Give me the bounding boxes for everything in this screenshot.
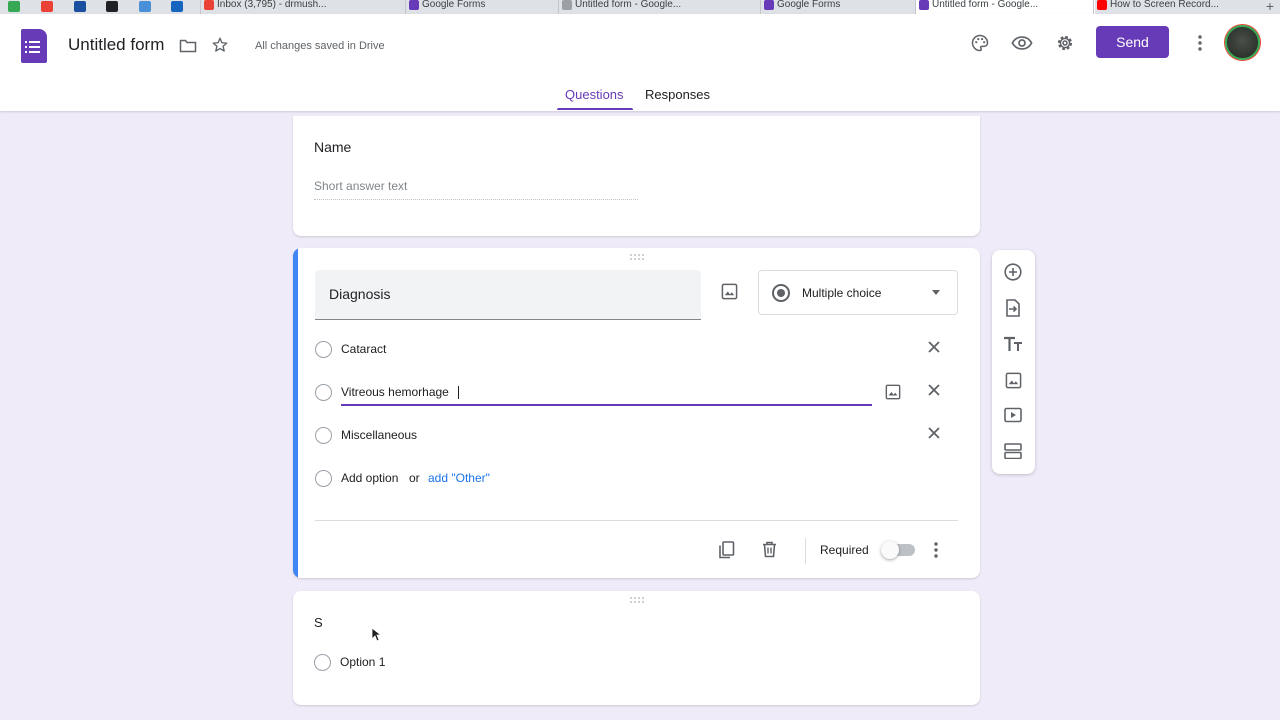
- dropdown-arrow-icon: [932, 290, 940, 295]
- required-label: Required: [820, 543, 869, 557]
- remove-option-icon[interactable]: [927, 383, 941, 397]
- tab-questions[interactable]: Questions: [557, 87, 633, 110]
- preview-eye-icon[interactable]: [1011, 32, 1033, 54]
- add-title-icon[interactable]: [1003, 334, 1023, 354]
- add-question-icon[interactable]: [1003, 262, 1023, 282]
- radio-circle-icon: [315, 470, 332, 487]
- floating-toolbar: [992, 250, 1035, 474]
- radio-circle-icon: [314, 654, 331, 671]
- gmail-icon: [204, 0, 214, 10]
- pinned-tab-icon[interactable]: [74, 1, 86, 12]
- required-toggle[interactable]: [881, 541, 915, 559]
- pinned-tab-w-icon[interactable]: [8, 1, 20, 12]
- pinned-tab-inv-icon[interactable]: [106, 1, 118, 12]
- question-title-text: Diagnosis: [329, 286, 391, 302]
- remove-option-icon[interactable]: [927, 426, 941, 440]
- more-options-icon[interactable]: [934, 542, 938, 558]
- add-image-icon[interactable]: [1003, 370, 1023, 390]
- folder-icon[interactable]: [178, 36, 198, 56]
- active-input-underline: [341, 404, 872, 406]
- active-card-indicator: [293, 248, 298, 578]
- pinned-tab-cloud-icon[interactable]: [139, 1, 151, 12]
- duplicate-icon[interactable]: [718, 541, 735, 559]
- or-text: or: [409, 471, 420, 485]
- browser-tab[interactable]: How to Screen Record...: [1093, 0, 1253, 14]
- tab-responses[interactable]: Responses: [645, 87, 710, 102]
- forms-icon: [409, 0, 419, 10]
- option-row-editing[interactable]: Vitreous hemorhage: [315, 377, 955, 407]
- option-row[interactable]: Cataract: [315, 334, 955, 364]
- question-title: Name: [314, 139, 352, 155]
- question-title[interactable]: S: [314, 615, 323, 630]
- forms-icon: [764, 0, 774, 10]
- pinned-tab-st-icon[interactable]: [171, 1, 183, 12]
- option-row[interactable]: Option 1: [314, 647, 954, 677]
- form-tabs: Questions Responses: [0, 86, 1280, 111]
- question-title-input[interactable]: Diagnosis: [315, 270, 701, 320]
- question-card-diagnosis[interactable]: Diagnosis Multiple choice Cataract Vitre…: [293, 248, 980, 578]
- radio-circle-icon: [315, 341, 332, 358]
- send-button[interactable]: Send: [1096, 26, 1169, 58]
- radio-circle-icon: [315, 427, 332, 444]
- import-questions-icon[interactable]: [1003, 298, 1023, 318]
- short-answer-placeholder: Short answer text: [314, 179, 638, 200]
- option-text[interactable]: Cataract: [341, 342, 386, 356]
- text-cursor: [458, 386, 459, 399]
- browser-tab-active[interactable]: Untitled form - Google...: [915, 0, 1095, 14]
- browser-tab[interactable]: Untitled form - Google...: [558, 0, 728, 14]
- browser-tab[interactable]: Inbox (3,795) - drmush...: [200, 0, 375, 14]
- palette-icon[interactable]: [969, 32, 991, 54]
- delete-trash-icon[interactable]: [762, 541, 777, 558]
- add-option-row: Add option or add "Other": [315, 463, 955, 493]
- more-vert-icon[interactable]: [1190, 32, 1210, 54]
- add-section-icon[interactable]: [1003, 441, 1023, 461]
- question-type-label: Multiple choice: [802, 286, 882, 300]
- browser-tab-strip: Inbox (3,795) - drmush... Google Forms U…: [0, 0, 1280, 14]
- radio-button-icon: [772, 284, 790, 302]
- radio-circle-icon: [315, 384, 332, 401]
- star-icon[interactable]: [210, 35, 230, 55]
- settings-gear-icon[interactable]: [1054, 32, 1076, 54]
- card-footer-divider: [315, 520, 958, 521]
- drag-handle-icon[interactable]: [630, 597, 644, 605]
- option-row[interactable]: Miscellaneous: [315, 420, 955, 450]
- account-avatar[interactable]: [1225, 25, 1260, 60]
- app-header: Untitled form All changes saved in Drive…: [0, 14, 1280, 111]
- pinned-tab-icon[interactable]: [41, 1, 53, 12]
- new-tab-button[interactable]: +: [1266, 0, 1274, 14]
- remove-option-icon[interactable]: [927, 340, 941, 354]
- option-text[interactable]: Option 1: [340, 655, 385, 669]
- save-status: All changes saved in Drive: [255, 40, 385, 52]
- mouse-pointer-icon: [371, 627, 381, 642]
- option-text[interactable]: Miscellaneous: [341, 428, 417, 442]
- google-icon: [562, 0, 572, 10]
- add-other-link[interactable]: add "Other": [428, 471, 490, 485]
- option-image-icon[interactable]: [885, 384, 901, 400]
- google-forms-logo[interactable]: [21, 29, 47, 63]
- question-type-dropdown[interactable]: Multiple choice: [758, 270, 958, 315]
- question-card-untitled[interactable]: S Option 1: [293, 591, 980, 705]
- question-card-name[interactable]: Name Short answer text: [293, 116, 980, 236]
- active-tab-indicator: [557, 108, 633, 110]
- browser-tab[interactable]: Google Forms: [760, 0, 900, 14]
- add-image-icon[interactable]: [721, 283, 738, 300]
- form-title[interactable]: Untitled form: [68, 35, 164, 55]
- drag-handle-icon[interactable]: [630, 254, 644, 262]
- toggle-knob: [881, 541, 899, 559]
- browser-tab[interactable]: Google Forms: [405, 0, 545, 14]
- add-option-link[interactable]: Add option: [341, 471, 398, 485]
- option-text-input[interactable]: Vitreous hemorhage: [341, 385, 449, 399]
- footer-separator: [805, 538, 806, 564]
- forms-icon: [919, 0, 929, 10]
- youtube-icon: [1097, 0, 1107, 10]
- add-video-icon[interactable]: [1003, 405, 1023, 425]
